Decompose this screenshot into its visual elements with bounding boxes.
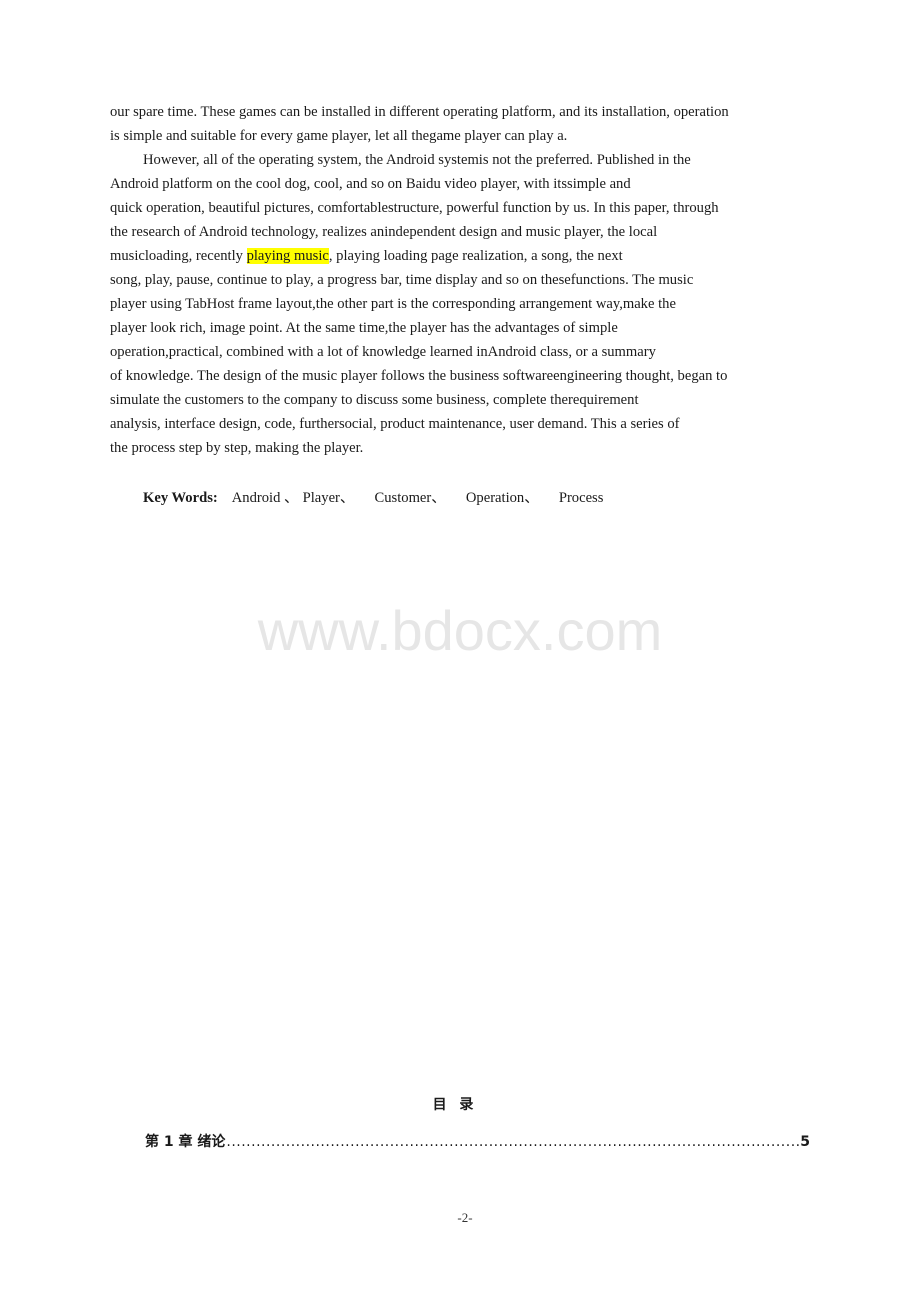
- keyword: Customer、: [374, 490, 446, 506]
- page-number: -2-: [457, 1210, 473, 1225]
- abstract-text: musicloading, recently: [110, 248, 247, 264]
- keywords-label: Key Words:: [143, 490, 218, 506]
- keyword: Player、: [302, 490, 355, 506]
- abstract-line: player using TabHost frame layout,the ot…: [110, 296, 676, 312]
- abstract-line: of knowledge. The design of the music pl…: [110, 368, 728, 384]
- abstract-line: is simple and suitable for every game pl…: [110, 128, 568, 144]
- abstract-line-with-highlight: musicloading, recently playing music, pl…: [110, 244, 810, 268]
- search-highlight: playing music: [246, 248, 329, 264]
- abstract-line: However, all of the operating system, th…: [143, 152, 691, 168]
- watermark: www.bdocx.com: [257, 599, 663, 662]
- abstract-line: player look rich, image point. At the sa…: [110, 320, 618, 336]
- abstract-line: the process step by step, making the pla…: [110, 440, 364, 456]
- keyword: Process: [558, 490, 604, 506]
- abstract-line: operation,practical, combined with a lot…: [110, 344, 656, 360]
- abstract-line: song, play, pause, continue to play, a p…: [110, 272, 694, 288]
- abstract-line: the research of Android technology, real…: [110, 224, 658, 240]
- document-page: our spare time. These games can be insta…: [0, 0, 920, 1301]
- toc-entry-label: 第 1 章 绪论: [145, 1134, 226, 1150]
- toc-title: 目 录: [432, 1097, 478, 1113]
- keyword: Operation、: [465, 490, 539, 506]
- abstract-line: analysis, interface design, code, furthe…: [110, 416, 680, 432]
- abstract-body: our spare time. These games can be insta…: [110, 100, 810, 460]
- abstract-line: quick operation, beautiful pictures, com…: [110, 200, 719, 216]
- abstract-text: , playing loading page realization, a so…: [328, 248, 623, 264]
- abstract-line: Android platform on the cool dog, cool, …: [110, 176, 631, 192]
- keyword: Android 、: [231, 490, 299, 506]
- toc-entry[interactable]: 第 1 章 绪论 ...............................…: [145, 1131, 810, 1151]
- abstract-line: our spare time. These games can be insta…: [110, 104, 729, 120]
- keywords-line: Key Words: Android 、 Player、 Customer、 Opera…: [143, 486, 619, 510]
- toc-entry-page: 5: [800, 1134, 810, 1150]
- abstract-line: simulate the customers to the company to…: [110, 392, 639, 408]
- toc-leader-dots: ........................................…: [226, 1134, 800, 1150]
